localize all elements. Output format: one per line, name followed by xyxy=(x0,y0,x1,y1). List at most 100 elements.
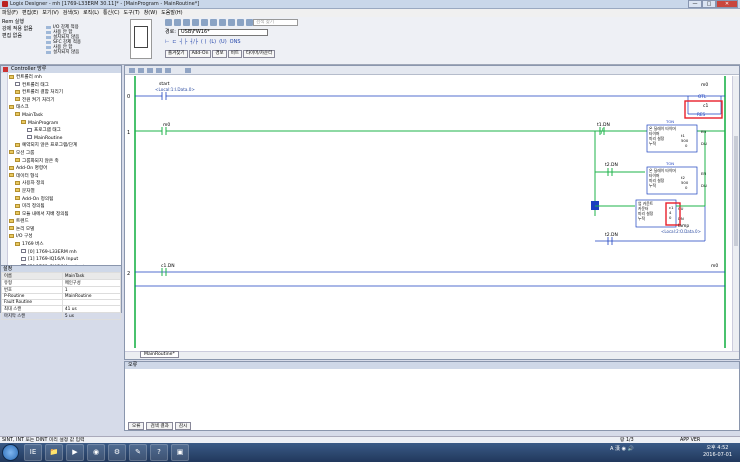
taskbar-explorer-icon[interactable]: 📁 xyxy=(45,444,63,461)
menu-window[interactable]: 창(W) xyxy=(144,9,157,17)
tree-node[interactable]: 미리 정의됨 xyxy=(9,203,121,211)
zoom-icon[interactable] xyxy=(185,68,191,73)
start-button[interactable] xyxy=(2,444,19,461)
tree-node[interactable]: 컨트롤러 결함 처리기 xyxy=(9,89,121,97)
tab-timer-counter[interactable]: 타이머/카운터 xyxy=(242,50,276,58)
xic-contact[interactable] xyxy=(161,127,167,135)
menu-search[interactable]: 검색(S) xyxy=(63,9,79,17)
tree-node[interactable]: 모듈 내에서 지배 정의됨 xyxy=(9,211,121,219)
tree-node[interactable]: MainTask xyxy=(9,112,121,120)
menu-communications[interactable]: 통신(C) xyxy=(103,9,120,17)
zoom-out-icon[interactable] xyxy=(237,19,244,26)
taskbar-media-icon[interactable]: ▶ xyxy=(66,444,84,461)
tab-alarms[interactable]: 경보 xyxy=(212,50,227,58)
contact-tag[interactable]: t1.DN xyxy=(597,122,610,128)
tree-node[interactable]: 컨트롤러 mh xyxy=(9,74,121,82)
otl-coil[interactable]: OTL xyxy=(698,94,707,99)
tree-node[interactable]: 트렌드 xyxy=(9,218,121,226)
tree-node[interactable]: 논리 모델 xyxy=(9,226,121,234)
tree-node[interactable]: 전원 켜기 처리기 xyxy=(9,97,121,105)
coil-tag[interactable]: m0 xyxy=(711,263,718,269)
zoom-in-icon[interactable] xyxy=(228,19,235,26)
vertical-scrollbar[interactable] xyxy=(732,76,739,351)
tree-node[interactable]: 프로그램 태그 xyxy=(9,127,121,135)
res-tag[interactable]: c1 xyxy=(703,103,708,109)
tree-node[interactable]: I/O 구성 xyxy=(9,233,121,241)
menu-logic[interactable]: 로직(L) xyxy=(83,9,99,17)
tree-node[interactable]: 그룹화되지 않은 축 xyxy=(9,158,121,166)
tab-errors[interactable]: 오류 xyxy=(128,422,145,430)
tree-node[interactable]: 모션 그룹 xyxy=(9,150,121,158)
coil-tag[interactable]: m0 xyxy=(701,82,708,88)
taskbar-ie-icon[interactable]: IE xyxy=(24,444,42,461)
path-select[interactable]: USB\FW16* xyxy=(178,29,268,36)
otu-icon[interactable]: (U) xyxy=(219,39,227,45)
test-edit-icon[interactable] xyxy=(156,68,162,73)
xio-icon[interactable]: ┤/├ xyxy=(190,39,198,45)
rung-icon[interactable]: ⊢ xyxy=(165,39,169,45)
tree-node[interactable]: [0] 1769-L33ERM mh xyxy=(9,249,121,257)
edit-icon[interactable] xyxy=(129,68,135,73)
res-instruction[interactable]: RES xyxy=(697,112,706,117)
assemble-edit-icon[interactable] xyxy=(165,68,171,73)
clock[interactable]: 오후 4:52 2016-07-01 xyxy=(703,445,732,459)
tab-search-results[interactable]: 검색 결과 xyxy=(146,422,173,430)
verify-icon[interactable] xyxy=(210,19,217,26)
contact-tag[interactable]: c1.DN xyxy=(161,263,175,269)
tree-node[interactable]: 데이터 형식 xyxy=(9,173,121,181)
otl-icon[interactable]: (L) xyxy=(209,39,216,45)
ton-timer-t2[interactable]: TON 온 딜레이 타이머 타이머 미리 설정 누적 t2 500 0 EN D… xyxy=(646,161,707,195)
ote-icon[interactable]: ( ) xyxy=(201,39,207,45)
ton-timer-t1[interactable]: TON 온 딜레이 타이머 타이머 미리 설정 누적 t1 500 0 EN D… xyxy=(646,119,707,153)
cut-icon[interactable] xyxy=(165,19,172,26)
close-icon[interactable] xyxy=(3,67,8,72)
undo-icon[interactable] xyxy=(192,19,199,26)
minimize-button[interactable]: — xyxy=(688,0,702,8)
tree-node[interactable]: 컨트롤러 태그 xyxy=(9,82,121,90)
tab-bit[interactable]: 비트 xyxy=(227,50,242,58)
tree-node[interactable]: 사용자 정의 xyxy=(9,180,121,188)
tree-node[interactable]: MainProgram xyxy=(9,120,121,128)
paste-icon[interactable] xyxy=(183,19,190,26)
tab-favorites[interactable]: 즐겨찾기 xyxy=(165,50,188,58)
menu-help[interactable]: 도움말(H) xyxy=(161,9,182,17)
close-button[interactable]: ✕ xyxy=(716,0,738,8)
menu-view[interactable]: 보기(V) xyxy=(42,9,59,17)
tree-node[interactable]: [1] 1769-IQ16/A Input xyxy=(9,256,121,264)
maximize-button[interactable]: □ xyxy=(702,0,716,8)
tab-main-routine[interactable]: MainRoutine* xyxy=(140,351,179,358)
accept-edit-icon[interactable] xyxy=(138,68,144,73)
taskbar-help-icon[interactable]: ? xyxy=(150,444,168,461)
taskbar-logix-icon[interactable]: ▣ xyxy=(171,444,189,461)
tree-node[interactable]: 문자열 xyxy=(9,188,121,196)
prop-value[interactable]: 1 xyxy=(61,286,122,294)
prop-value[interactable]: 메인구성 xyxy=(61,279,122,287)
xic-contact[interactable] xyxy=(161,92,167,100)
redo-icon[interactable] xyxy=(201,19,208,26)
network-icon[interactable] xyxy=(246,19,253,26)
tree-node[interactable]: 1769 버스 xyxy=(9,241,121,249)
xic-icon[interactable]: ┤ ├ xyxy=(180,39,188,45)
find-icon[interactable] xyxy=(219,19,226,26)
menu-tools[interactable]: 도구(T) xyxy=(124,9,140,17)
contact-tag[interactable]: t2.DN xyxy=(605,232,618,238)
horizontal-scrollbar[interactable]: MainRoutine* xyxy=(125,351,739,359)
tree-node[interactable]: Add-On 명령어 xyxy=(9,165,121,173)
contact-tag[interactable]: t2.DN xyxy=(605,162,618,168)
menu-file[interactable]: 파일(F) xyxy=(2,9,18,17)
search-input[interactable]: 검색 찾기 xyxy=(253,19,298,26)
tree-node[interactable]: 태스크 xyxy=(9,104,121,112)
tab-add-on[interactable]: Add-On xyxy=(188,50,212,58)
ladder-diagram[interactable]: 0 start <Local:1:I.Data.0> m0 OTL c1 RES… xyxy=(125,76,731,348)
branch-icon[interactable]: ⊏ xyxy=(172,39,176,45)
tree-node[interactable]: 예약되지 않은 프로그램/단계 xyxy=(9,142,121,150)
taskbar-settings-icon[interactable]: ⚙ xyxy=(108,444,126,461)
cancel-edit-icon[interactable] xyxy=(147,68,153,73)
contact-tag[interactable]: m0 xyxy=(163,122,170,128)
tree-node[interactable]: Add-On 정의됨 xyxy=(9,196,121,204)
menu-edit[interactable]: 편집(E) xyxy=(22,9,38,17)
tree-node[interactable]: MainRoutine xyxy=(9,135,121,143)
ons-icon[interactable]: ONS xyxy=(230,39,241,45)
copy-icon[interactable] xyxy=(174,19,181,26)
taskbar-editor-icon[interactable]: ✎ xyxy=(129,444,147,461)
